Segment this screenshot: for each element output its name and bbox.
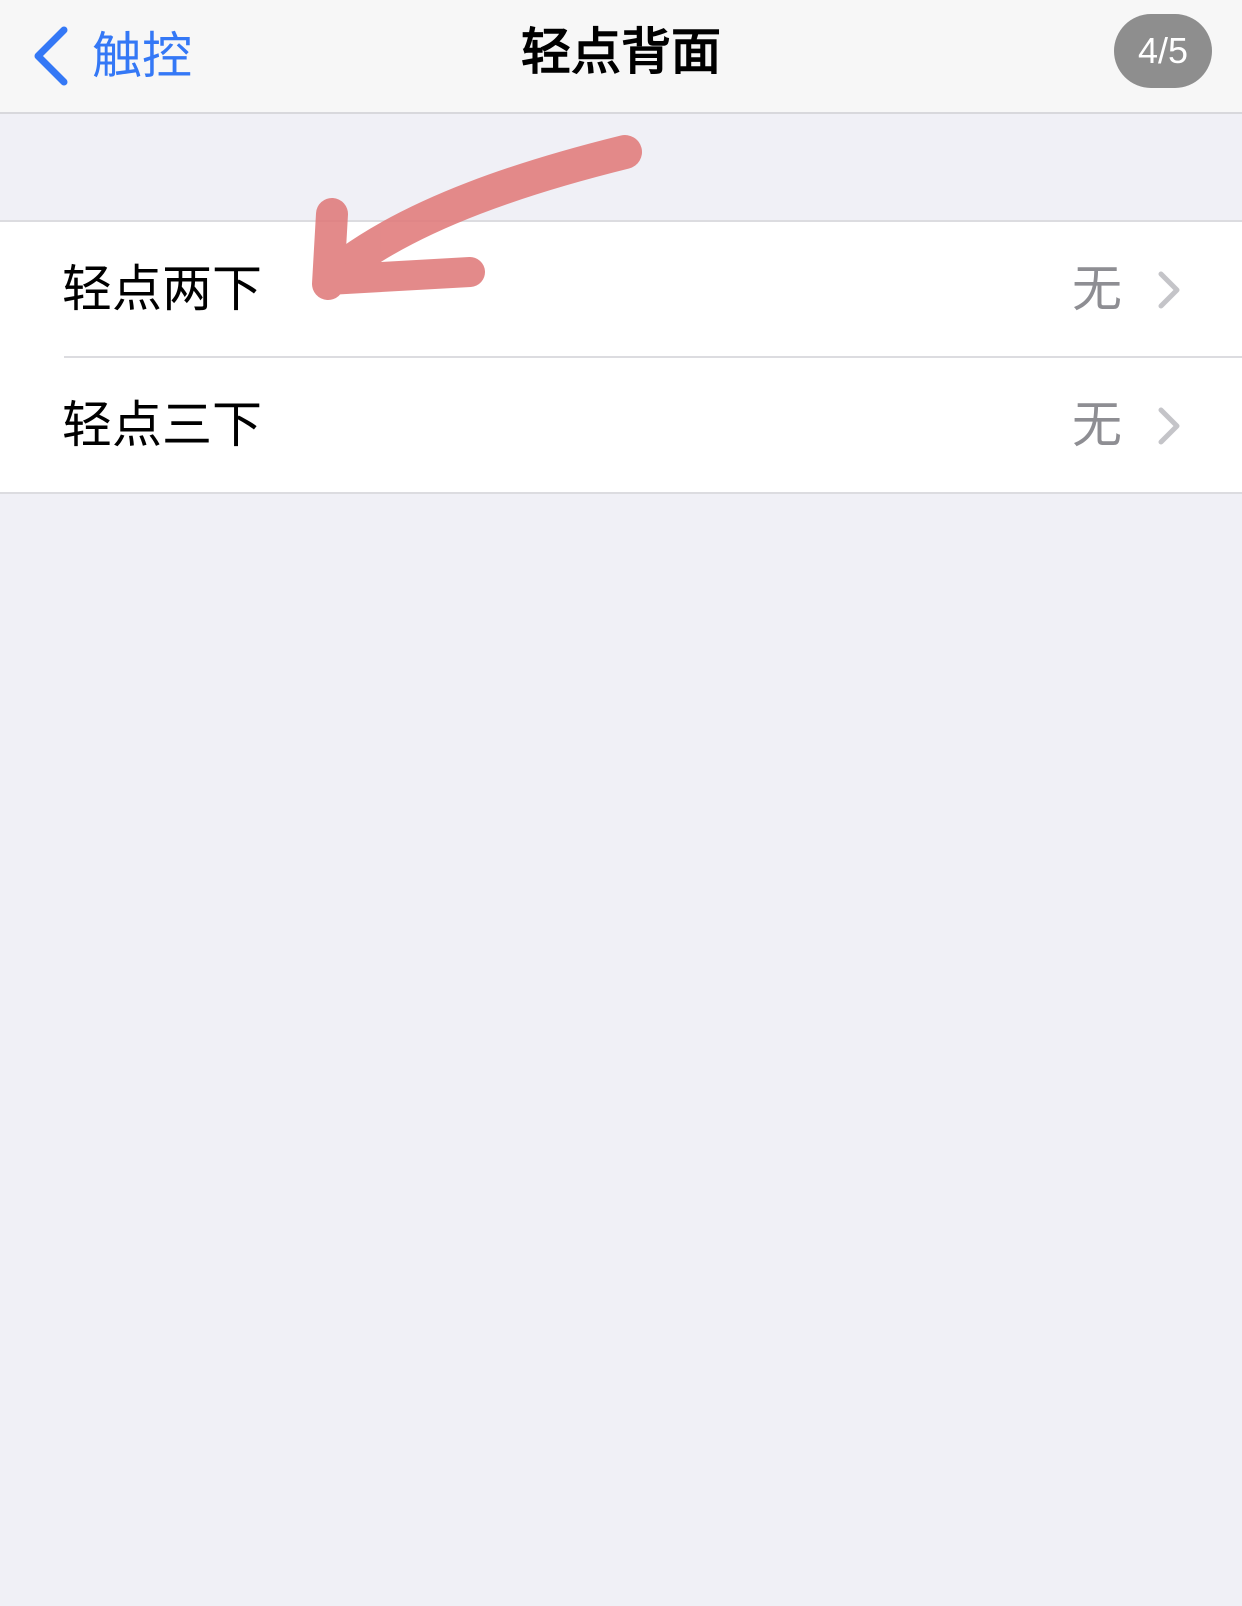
row-triple-tap[interactable]: 轻点三下 无 xyxy=(0,358,1242,492)
chevron-right-icon xyxy=(1158,271,1180,309)
settings-list: 轻点两下 无 轻点三下 无 xyxy=(0,220,1242,494)
navigation-bar: 触控 轻点背面 4/5 xyxy=(0,0,1242,114)
row-value: 无 xyxy=(1072,396,1122,454)
row-label: 轻点两下 xyxy=(62,260,262,318)
row-label: 轻点三下 xyxy=(62,396,262,454)
page-title: 轻点背面 xyxy=(521,23,721,81)
row-double-tap[interactable]: 轻点两下 无 xyxy=(0,222,1242,356)
page-indicator-badge: 4/5 xyxy=(1114,14,1212,88)
chevron-right-icon xyxy=(1158,407,1180,445)
row-value: 无 xyxy=(1072,260,1122,318)
